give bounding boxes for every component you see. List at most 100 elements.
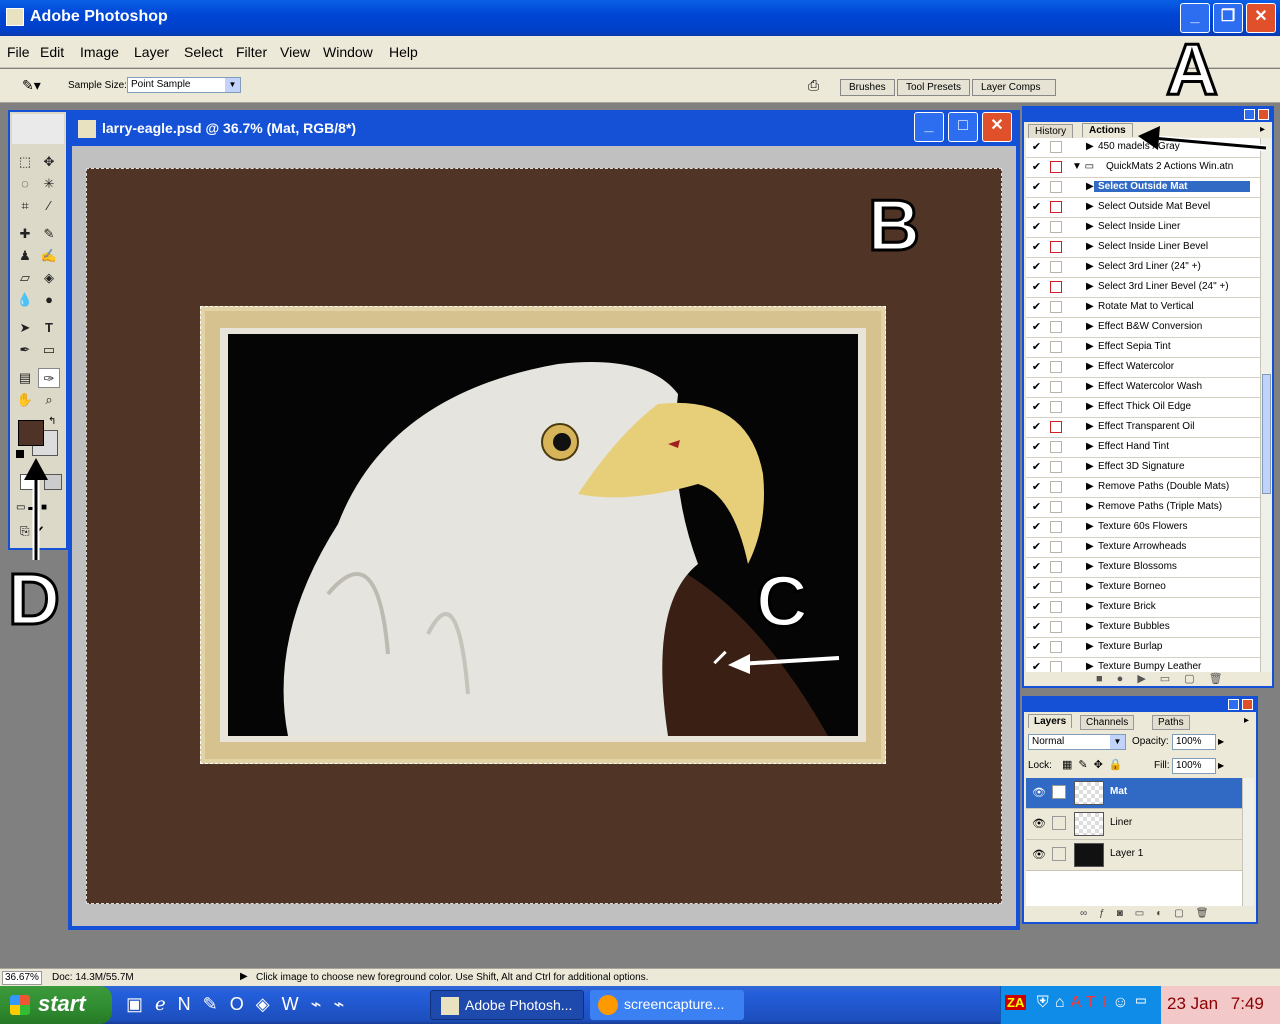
close-button[interactable]: ✕ bbox=[1246, 3, 1276, 33]
toggle-checkmark-icon[interactable]: ✔ bbox=[1030, 581, 1043, 594]
action-row[interactable]: ✔ ▶ Effect Sepia Tint bbox=[1026, 338, 1260, 358]
collapsed-triangle-icon[interactable]: ▶ bbox=[1086, 421, 1094, 432]
dialog-toggle-icon[interactable] bbox=[1050, 621, 1062, 633]
link-layers-icon[interactable]: ∞ bbox=[1080, 908, 1099, 919]
collapsed-triangle-icon[interactable]: ▶ bbox=[1086, 561, 1094, 572]
layer-mask-icon[interactable]: ◙ bbox=[1117, 908, 1135, 919]
drive-icon[interactable]: ⌁ bbox=[311, 994, 334, 1014]
path-selection-tool-icon[interactable]: ➤ bbox=[14, 318, 36, 338]
dialog-toggle-icon[interactable] bbox=[1050, 461, 1062, 473]
drive2-icon[interactable]: ⌁ bbox=[333, 994, 356, 1014]
zoom-field[interactable]: 36.67% bbox=[2, 971, 42, 985]
tab-actions[interactable]: Actions bbox=[1082, 123, 1133, 137]
toggle-checkmark-icon[interactable]: ✔ bbox=[1030, 421, 1043, 434]
collapsed-triangle-icon[interactable]: ▶ bbox=[1086, 581, 1094, 592]
record-icon[interactable]: ● bbox=[1117, 673, 1138, 685]
dialog-toggle-icon[interactable] bbox=[1050, 141, 1062, 153]
pen-tool-icon[interactable]: ✒ bbox=[14, 340, 36, 360]
action-row[interactable]: ✔ ▶ Remove Paths (Double Mats) bbox=[1026, 478, 1260, 498]
eyedropper-tool-icon[interactable]: ✑ bbox=[38, 368, 60, 388]
layers-scrollbar[interactable] bbox=[1242, 778, 1254, 906]
move-tool-icon[interactable]: ✥ bbox=[38, 152, 60, 172]
shield-icon[interactable]: ⛨ bbox=[1037, 994, 1055, 1011]
history-brush-tool-icon[interactable]: ✍ bbox=[38, 246, 60, 266]
collapsed-triangle-icon[interactable]: ▶ bbox=[1086, 401, 1094, 412]
dialog-toggle-icon[interactable] bbox=[1050, 181, 1062, 193]
toggle-checkmark-icon[interactable]: ✔ bbox=[1030, 361, 1043, 374]
menu-view[interactable]: View bbox=[280, 44, 310, 60]
minimize-button[interactable]: _ bbox=[1180, 3, 1210, 33]
doc-close-button[interactable]: ✕ bbox=[982, 112, 1012, 142]
toggle-checkmark-icon[interactable]: ✔ bbox=[1030, 521, 1043, 534]
dialog-toggle-icon[interactable] bbox=[1050, 661, 1062, 672]
app-icon[interactable]: ◈ bbox=[256, 994, 282, 1014]
opacity-input[interactable]: 100% bbox=[1172, 734, 1216, 750]
slice-tool-icon[interactable]: ⁄ bbox=[38, 196, 60, 216]
collapsed-triangle-icon[interactable]: ▶ bbox=[1086, 661, 1094, 672]
toggle-checkmark-icon[interactable]: ✔ bbox=[1030, 661, 1043, 672]
menu-edit[interactable]: Edit bbox=[40, 44, 64, 60]
brush-tool-icon[interactable]: ✎ bbox=[38, 224, 60, 244]
layer-row[interactable]: 👁 Layer 1 bbox=[1026, 840, 1242, 871]
lock-icons[interactable]: ▦✎✥🔒 bbox=[1062, 758, 1129, 771]
action-row[interactable]: ✔ ▶ Effect Transparent Oil bbox=[1026, 418, 1260, 438]
toggle-checkmark-icon[interactable]: ✔ bbox=[1030, 441, 1043, 454]
dialog-toggle-icon[interactable] bbox=[1050, 381, 1062, 393]
toggle-checkmark-icon[interactable]: ✔ bbox=[1030, 241, 1043, 254]
tab-history[interactable]: History bbox=[1028, 124, 1074, 139]
taskbar-button-photoshop[interactable]: Adobe Photosh... bbox=[430, 990, 584, 1020]
tab-channels[interactable]: Channels bbox=[1080, 715, 1135, 730]
new-group-icon[interactable]: ▭ bbox=[1135, 908, 1156, 919]
swap-colors-icon[interactable]: ↰ bbox=[48, 416, 56, 427]
toggle-checkmark-icon[interactable]: ✔ bbox=[1030, 181, 1043, 194]
menu-layer[interactable]: Layer bbox=[134, 44, 169, 60]
toggle-checkmark-icon[interactable]: ✔ bbox=[1030, 601, 1043, 614]
dialog-toggle-icon[interactable] bbox=[1050, 201, 1062, 213]
dialog-toggle-icon[interactable] bbox=[1050, 241, 1062, 253]
action-row[interactable]: ✔ ▶ Effect Thick Oil Edge bbox=[1026, 398, 1260, 418]
collapsed-triangle-icon[interactable]: ▶ bbox=[1086, 521, 1094, 532]
healing-brush-tool-icon[interactable]: ✚ bbox=[14, 224, 36, 244]
menu-window[interactable]: Window bbox=[323, 44, 373, 60]
action-row[interactable]: ✔ ▶ Texture Bumpy Leather bbox=[1026, 658, 1260, 672]
actions-scrollbar[interactable] bbox=[1260, 138, 1272, 672]
collapsed-triangle-icon[interactable]: ▶ bbox=[1086, 221, 1094, 232]
dialog-toggle-icon[interactable] bbox=[1050, 301, 1062, 313]
explorer-icon[interactable]: ▣ bbox=[126, 994, 155, 1014]
action-row[interactable]: ✔ ▶ Effect 3D Signature bbox=[1026, 458, 1260, 478]
fill-arrow-icon[interactable]: ▶ bbox=[1218, 758, 1228, 774]
action-row[interactable]: ✔ ▶ Select Inside Liner Bevel bbox=[1026, 238, 1260, 258]
dialog-toggle-icon[interactable] bbox=[1050, 641, 1062, 653]
type-tool-icon[interactable]: T bbox=[38, 318, 60, 338]
collapsed-triangle-icon[interactable]: ▶ bbox=[1086, 201, 1094, 212]
eye-visibility-icon[interactable]: 👁 bbox=[1032, 848, 1046, 861]
restore-button[interactable]: ❐ bbox=[1213, 3, 1243, 33]
toggle-checkmark-icon[interactable]: ✔ bbox=[1030, 541, 1043, 554]
layer-link-icon[interactable] bbox=[1052, 785, 1066, 799]
action-row[interactable]: ✔ ▶ Effect B&W Conversion bbox=[1026, 318, 1260, 338]
clone-stamp-tool-icon[interactable]: ♟ bbox=[14, 246, 36, 266]
action-row[interactable]: ✔ ▶ Select Inside Liner bbox=[1026, 218, 1260, 238]
collapsed-triangle-icon[interactable]: ▶ bbox=[1086, 461, 1094, 472]
action-row[interactable]: ✔ ▶ Select Outside Mat Bevel bbox=[1026, 198, 1260, 218]
layers-menu-icon[interactable]: ▸ bbox=[1244, 715, 1249, 726]
dialog-toggle-icon[interactable] bbox=[1050, 521, 1062, 533]
new-action-icon[interactable]: ▢ bbox=[1184, 673, 1208, 685]
lasso-tool-icon[interactable]: ◌ bbox=[14, 174, 36, 194]
toggle-checkmark-icon[interactable]: ✔ bbox=[1030, 461, 1043, 474]
action-row[interactable]: ✔ ▶ Effect Hand Tint bbox=[1026, 438, 1260, 458]
action-row[interactable]: ✔ ▶ Texture Burlap bbox=[1026, 638, 1260, 658]
collapsed-triangle-icon[interactable]: ▶ bbox=[1086, 181, 1094, 192]
dialog-toggle-icon[interactable] bbox=[1050, 321, 1062, 333]
toggle-checkmark-icon[interactable]: ✔ bbox=[1030, 141, 1043, 154]
crop-tool-icon[interactable]: ⌗ bbox=[14, 196, 36, 216]
toggle-checkmark-icon[interactable]: ✔ bbox=[1030, 621, 1043, 634]
play-icon[interactable]: ▶ bbox=[1137, 673, 1159, 685]
collapsed-triangle-icon[interactable]: ▶ bbox=[1086, 381, 1094, 392]
status-arrow-icon[interactable]: ▶ bbox=[240, 971, 248, 982]
action-row[interactable]: ✔ ▶ Remove Paths (Triple Mats) bbox=[1026, 498, 1260, 518]
toggle-checkmark-icon[interactable]: ✔ bbox=[1030, 481, 1043, 494]
paint-bucket-tool-icon[interactable]: ◈ bbox=[38, 268, 60, 288]
trash-icon[interactable]: 🗑 bbox=[1209, 673, 1237, 685]
eyedropper-tool-preset-icon[interactable]: ✎▾ bbox=[22, 77, 41, 94]
